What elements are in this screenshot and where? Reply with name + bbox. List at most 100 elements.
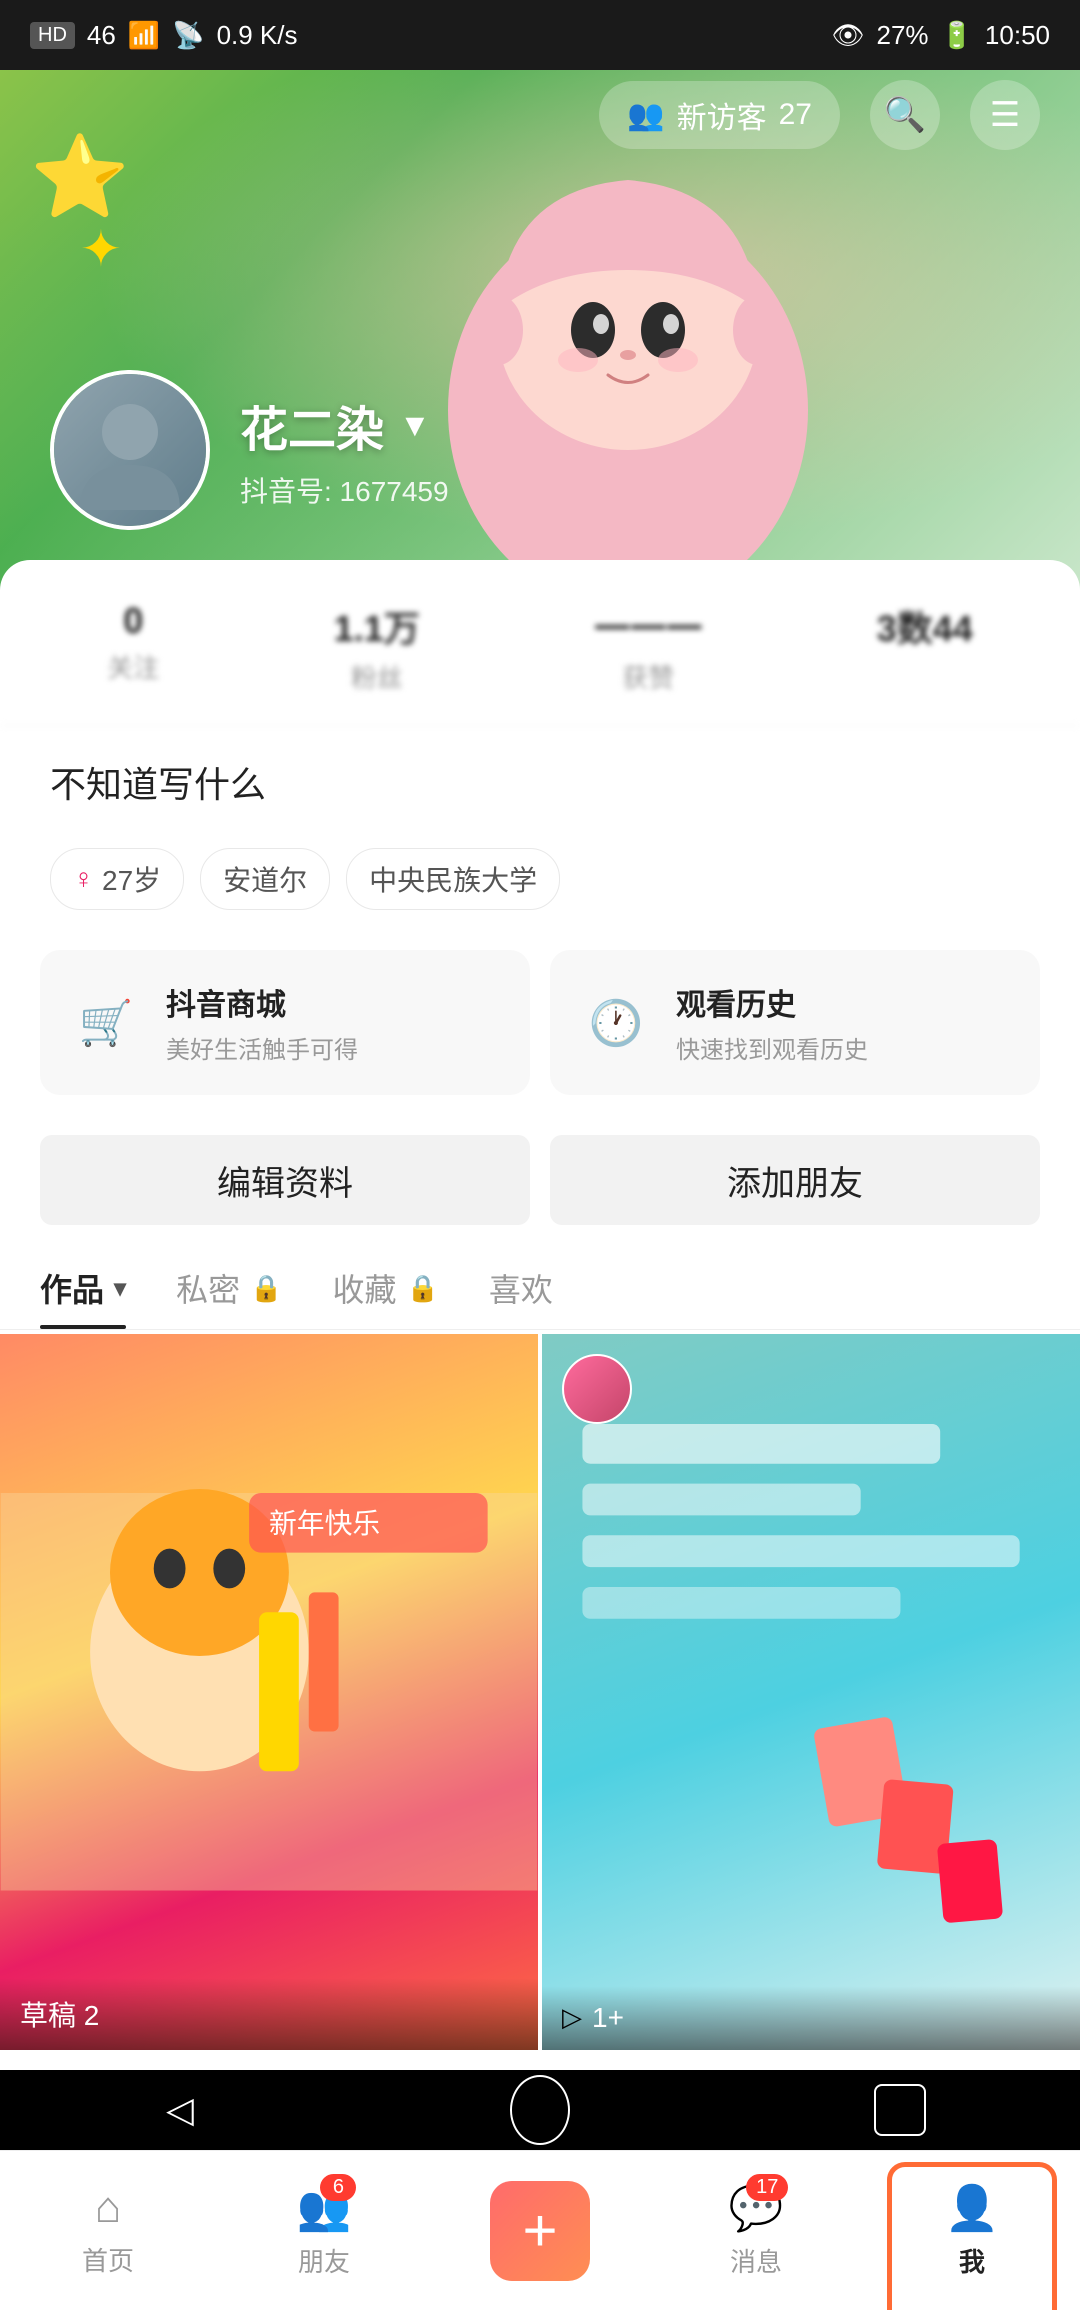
video-thumb-published[interactable]: ▷ 1+ <box>542 1334 1080 2050</box>
home-button[interactable] <box>510 2080 570 2140</box>
edit-profile-button[interactable]: 编辑资料 <box>40 1135 530 1225</box>
dropdown-arrow-icon[interactable]: ▼ <box>399 407 431 444</box>
nav-friends[interactable]: 👥 6 朋友 <box>254 2182 394 2279</box>
speed-text: 0.9 K/s <box>217 20 298 51</box>
nav-add[interactable]: + <box>470 2181 610 2281</box>
status-right: 👁 27% 🔋 10:50 <box>831 20 1050 51</box>
play-count: 1+ <box>592 2002 624 2034</box>
service-cards: 🛒 抖音商城 美好生活触手可得 🕐 观看历史 快速找到观看历史 <box>0 930 1080 1115</box>
username-row: 花二染 ▼ <box>240 390 449 460</box>
friends-badge: 6 <box>320 2174 356 2201</box>
nav-messages[interactable]: 💬 17 消息 <box>686 2182 826 2279</box>
avatar-placeholder <box>54 374 206 526</box>
messages-icon: 💬 17 <box>729 2182 784 2234</box>
tag-location-label: 安道尔 <box>223 859 307 899</box>
bio-section: 不知道写什么 <box>0 726 1080 828</box>
bio-text: 不知道写什么 <box>50 756 1030 808</box>
tag-school-label: 中央民族大学 <box>369 859 537 899</box>
tab-likes[interactable]: 喜欢 <box>489 1265 553 1329</box>
tab-works[interactable]: 作品 ▾ <box>40 1265 126 1329</box>
shop-title: 抖音商城 <box>166 980 358 1024</box>
content-tabs: 作品 ▾ 私密 🔒 收藏 🔒 喜欢 <box>0 1245 1080 1330</box>
likes-label: 获赞 <box>622 658 674 695</box>
tab-arrow-icon: ▾ <box>114 1274 126 1303</box>
likes-count: 一一一 <box>594 600 702 652</box>
star-decoration-2: ✦ <box>80 220 122 278</box>
shop-info: 抖音商城 美好生活触手可得 <box>166 980 358 1065</box>
stat-fans[interactable]: 1.1万 粉丝 <box>334 600 420 695</box>
friends-icon: 👥 6 <box>297 2182 352 2234</box>
fans-count: 1.1万 <box>334 600 420 652</box>
following-label: 关注 <box>107 648 159 685</box>
draft-overlay: 草稿 2 <box>0 1978 538 2050</box>
messages-label: 消息 <box>730 2242 782 2279</box>
stat-other[interactable]: 3数44 <box>877 600 973 695</box>
clock: 10:50 <box>985 20 1050 51</box>
network-signal: 46 <box>87 20 116 51</box>
recents-square <box>874 2084 926 2136</box>
play-icon: ▷ <box>562 2002 582 2033</box>
draft-badge: 草稿 2 <box>20 1994 99 2034</box>
tab-favorites[interactable]: 收藏 🔒 <box>332 1265 438 1329</box>
add-button[interactable]: + <box>490 2181 590 2281</box>
following-count: 0 <box>123 600 143 642</box>
wifi-icon: 📡 <box>172 20 204 51</box>
status-bar: HD 46 📶 📡 0.9 K/s 👁 27% 🔋 10:50 <box>0 0 1080 70</box>
tags-row: ♀ 27岁 安道尔 中央民族大学 <box>0 828 1080 930</box>
eye-icon: 👁 <box>831 20 864 51</box>
fans-label: 粉丝 <box>351 658 403 695</box>
shop-card[interactable]: 🛒 抖音商城 美好生活触手可得 <box>40 950 530 1095</box>
tab-works-label: 作品 <box>40 1265 104 1311</box>
history-icon: 🕐 <box>576 983 656 1063</box>
stat-likes-received[interactable]: 一一一 获赞 <box>594 600 702 695</box>
history-title: 观看历史 <box>676 980 868 1024</box>
nav-home[interactable]: ⌂ 首页 <box>38 2183 178 2278</box>
video-thumb-2-bg <box>542 1334 1080 2050</box>
tag-school[interactable]: 中央民族大学 <box>346 848 560 910</box>
add-friend-button[interactable]: 添加朋友 <box>550 1135 1040 1225</box>
home-icon: ⌂ <box>95 2183 122 2233</box>
avatar[interactable] <box>50 370 210 530</box>
gender-icon: ♀ <box>73 863 94 895</box>
friends-label: 朋友 <box>298 2242 350 2279</box>
username-area: 花二染 ▼ 抖音号: 1677459 <box>240 390 449 510</box>
new-visitors-button[interactable]: 👥 新访客 27 <box>599 81 840 149</box>
menu-icon: ☰ <box>990 95 1020 135</box>
action-buttons: 编辑资料 添加朋友 <box>0 1115 1080 1245</box>
stats-row: 0 关注 1.1万 粉丝 一一一 获赞 3数44 <box>0 560 1080 726</box>
battery-percent: 27% <box>877 20 929 51</box>
history-card[interactable]: 🕐 观看历史 快速找到观看历史 <box>550 950 1040 1095</box>
menu-button[interactable]: ☰ <box>970 80 1040 150</box>
back-button[interactable]: ◁ <box>150 2080 210 2140</box>
visitors-label: 新访客 <box>677 93 767 137</box>
battery-icon: 🔋 <box>941 20 973 51</box>
tag-age[interactable]: ♀ 27岁 <box>50 848 184 910</box>
lock-icon-private: 🔒 <box>250 1273 282 1304</box>
tab-private-label: 私密 <box>176 1265 240 1311</box>
video-user-avatar <box>562 1354 632 1424</box>
nav-me[interactable]: 👤 我 <box>902 2182 1042 2279</box>
user-id: 抖音号: 1677459 <box>240 470 449 510</box>
shop-icon: 🛒 <box>66 983 146 1063</box>
home-circle <box>510 2075 570 2145</box>
tab-likes-label: 喜欢 <box>489 1265 553 1311</box>
visitors-count: 27 <box>779 98 812 132</box>
stat-following[interactable]: 0 关注 <box>107 600 159 695</box>
messages-badge: 17 <box>746 2174 788 2201</box>
profile-identity: 花二染 ▼ 抖音号: 1677459 <box>50 370 449 530</box>
video-grid: 新年快乐 草稿 2 <box>0 1330 1080 2054</box>
history-desc: 快速找到观看历史 <box>676 1030 868 1065</box>
tab-private[interactable]: 私密 🔒 <box>176 1265 282 1329</box>
active-highlight <box>887 2162 1057 2310</box>
tag-location[interactable]: 安道尔 <box>200 848 330 910</box>
tab-favorites-label: 收藏 <box>332 1265 396 1311</box>
lock-icon-favorites: 🔒 <box>406 1273 438 1304</box>
bottom-nav: ⌂ 首页 👥 6 朋友 + 💬 17 消息 👤 我 <box>0 2150 1080 2310</box>
hd-badge: HD <box>30 22 75 49</box>
tag-age-label: 27岁 <box>102 859 161 899</box>
content-area: 0 关注 1.1万 粉丝 一一一 获赞 3数44 不知道写什么 ♀ 27岁 安道… <box>0 560 1080 2214</box>
search-button[interactable]: 🔍 <box>870 80 940 150</box>
svg-text:新年快乐: 新年快乐 <box>269 1508 380 1539</box>
recents-button[interactable] <box>870 2080 930 2140</box>
video-thumb-draft[interactable]: 新年快乐 草稿 2 <box>0 1334 538 2050</box>
